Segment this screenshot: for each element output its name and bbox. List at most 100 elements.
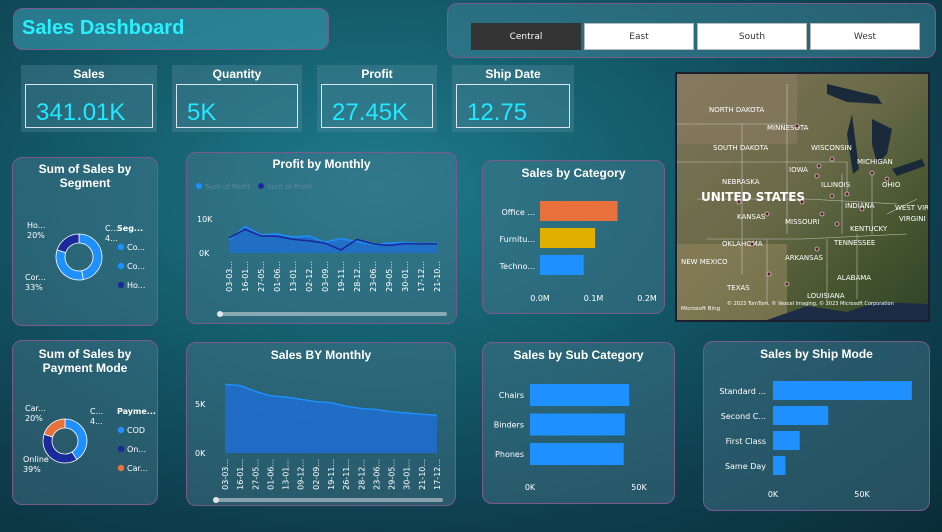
map-satellite-image[interactable]: NORTH DAKOTA MINNESOTA SOUTH DAKOTA WISC… (677, 74, 942, 320)
category-label: First Class (726, 437, 766, 446)
map-label-missouri: MISSOURI (785, 218, 820, 226)
x-tick-label: 09-12... (297, 459, 306, 490)
category-chart-panel[interactable]: Sales by Category Office ... Furnitu... Te… (482, 160, 665, 314)
y-tick-label: 10K (197, 215, 213, 224)
slicer-option-central[interactable]: Central (471, 23, 581, 50)
map-label-minnesota: MINNESOTA (767, 124, 809, 132)
bar (530, 384, 630, 406)
legend-label: Co... (127, 262, 145, 271)
x-tick-label: 0.1M (584, 294, 604, 303)
x-tick-label: 21-10... (418, 459, 427, 490)
kpi-frame: 5K (176, 84, 298, 128)
kpi-card-profit[interactable]: Profit 27.45K (317, 65, 437, 132)
x-tick-label: 02-12... (305, 261, 314, 292)
y-tick-label: 5K (195, 400, 206, 409)
kpi-value: 5K (187, 99, 217, 126)
ship-mode-bar-chart: Standard ... Second C... First Class Same D… (719, 381, 912, 499)
legend-label: Ho... (127, 281, 145, 290)
y-tick-label: 0K (195, 449, 206, 458)
map-bing-logo: Microsoft Bing (681, 306, 720, 312)
scrollbar-handle (217, 311, 223, 317)
x-tick-label: 17-12... (417, 261, 426, 292)
x-tick-label: 03-09... (321, 261, 330, 292)
map-label-country: UNITED STATES (701, 190, 805, 204)
legend-title: Seg... (117, 224, 143, 233)
map-label-west-virginia: WEST VIRGINIA (895, 204, 928, 212)
sub-category-bar-chart: Chairs Binders Phones 0K 50K (494, 384, 647, 492)
category-label: Standard ... (719, 387, 766, 396)
map-label-oklahoma: OKLAHOMA (722, 240, 763, 248)
map-label-tennessee: TENNESSEE (833, 239, 875, 247)
x-tick-label: 26-11... (342, 459, 351, 490)
map-label-illinois: ILLINOIS (821, 181, 851, 189)
legend-marker (196, 183, 202, 189)
kpi-card-quantity[interactable]: Quantity 5K (172, 65, 302, 132)
slicer-option-west[interactable]: West (810, 23, 920, 50)
x-tick-label: 17-12... (433, 459, 442, 490)
legend-marker (117, 243, 125, 251)
map-label-michigan: MICHIGAN (857, 158, 893, 166)
kpi-label: Profit (361, 67, 393, 81)
legend-marker (117, 262, 125, 270)
legend-marker (258, 183, 264, 189)
legend-label: Sum of Profit (205, 183, 250, 191)
map-label-virginia: VIRGINI (899, 215, 926, 223)
kpi-card-sales[interactable]: Sales 341.01K (21, 65, 157, 132)
kpi-frame: 27.45K (321, 84, 433, 128)
ship-mode-panel[interactable]: Sales by Ship Mode Standard ... Second C.… (703, 341, 930, 511)
x-tick-label: 13-01... (289, 261, 298, 292)
x-tick-label: 01-06... (266, 459, 275, 490)
legend-marker (117, 464, 125, 472)
x-tick-label: 13-01... (282, 459, 291, 490)
kpi-frame: 341.01K (25, 84, 153, 128)
x-tick-label: 16-01... (241, 261, 250, 292)
x-tick-label: 50K (631, 483, 647, 492)
region-slicer: Central East South West (447, 3, 936, 58)
category-label: Phones (495, 450, 524, 459)
legend-title: Payme... (117, 407, 156, 416)
bar (773, 431, 800, 450)
payment-chart-panel[interactable]: Sum of Sales by Payment Mode C... 4... Onl… (12, 340, 158, 505)
map-label-arkansas: ARKANSAS (785, 254, 824, 262)
kpi-card-ship-date[interactable]: Ship Date 12.75 (452, 65, 574, 132)
slicer-option-south[interactable]: South (697, 23, 807, 50)
profit-line-chart: Sum of Profit Sum of Profit 10K 0K 03-03... 1… (196, 183, 447, 317)
x-tick-label: 27-05... (251, 459, 260, 490)
y-tick-label: 0K (199, 249, 210, 258)
profit-monthly-panel[interactable]: Profit by Monthly Sum of Profit Sum of Pr… (186, 152, 457, 324)
sub-category-panel[interactable]: Sales by Sub Category Chairs Binders Phone… (482, 342, 675, 504)
legend-label: Co... (127, 243, 145, 252)
donut-slice-label: 39% (23, 465, 41, 474)
map-label-north-dakota: NORTH DAKOTA (709, 106, 764, 114)
donut-slice (43, 418, 66, 438)
bar (530, 413, 625, 436)
x-tick-label: 0.0M (530, 294, 550, 303)
donut-slice-label: Cor... (25, 273, 46, 282)
scrollbar-handle (213, 497, 219, 503)
x-tick-label: 03-03... (225, 261, 234, 292)
donut-slice-label: 33% (25, 283, 43, 292)
map-label-south-dakota: SOUTH DAKOTA (713, 144, 768, 152)
sales-monthly-panel[interactable]: Sales BY Monthly 5K 0K 03-03... 16-01... 27-… (186, 342, 456, 506)
bar (773, 406, 829, 425)
sales-map[interactable]: NORTH DAKOTA MINNESOTA SOUTH DAKOTA WISC… (675, 72, 942, 322)
kpi-value: 341.01K (36, 99, 126, 126)
map-label-new-mexico: NEW MEXICO (681, 258, 728, 266)
donut-slice-label: 4... (105, 234, 118, 243)
category-label: Binders (494, 421, 524, 430)
kpi-frame: 12.75 (456, 84, 570, 128)
donut-slice-label: Car... (25, 404, 46, 413)
x-tick-label: 23-06... (369, 261, 378, 292)
donut-slice-label: 20% (27, 231, 45, 240)
legend-label: COD (127, 426, 145, 435)
slicer-option-east[interactable]: East (584, 23, 694, 50)
x-tick-label: 50K (854, 490, 870, 499)
segment-chart-panel[interactable]: Sum of Sales by Segment C... 4... Cor... 33… (12, 157, 158, 326)
bar (773, 381, 912, 400)
legend-label: Car... (127, 464, 148, 473)
sales-area-chart: 5K 0K 03-03... 16-01... 27-05... 01-06... 13-0… (195, 383, 443, 503)
map-label-kansas: KANSAS (737, 213, 766, 221)
donut-slice (55, 249, 84, 281)
x-tick-label: 03-03... (221, 459, 230, 490)
category-label: Chairs (499, 391, 524, 400)
